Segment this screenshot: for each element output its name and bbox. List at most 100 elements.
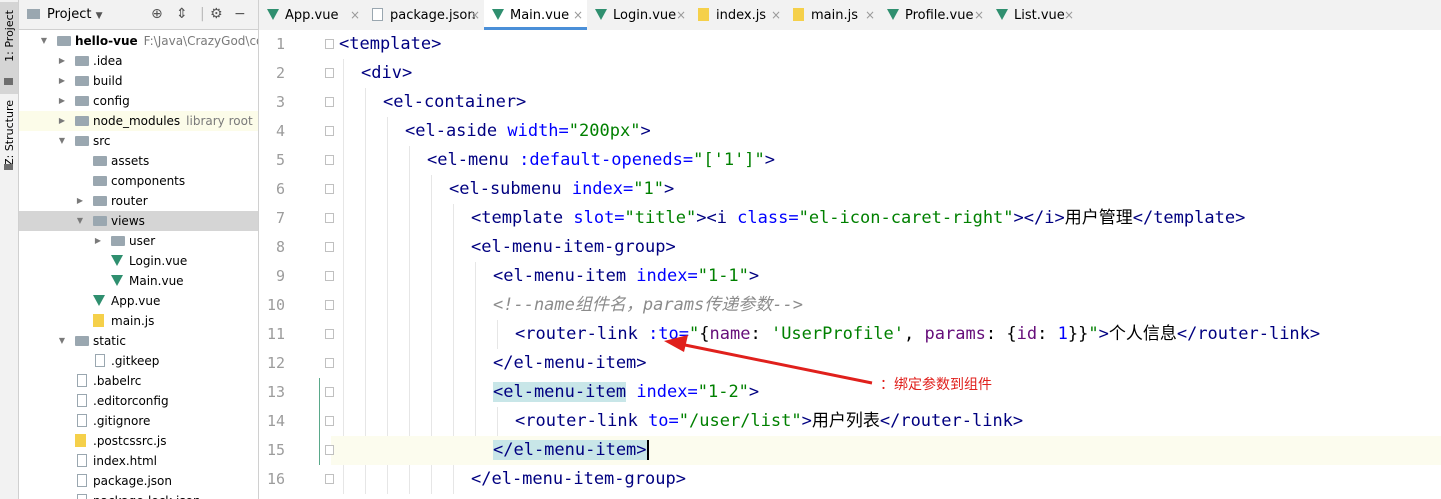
editor-tab[interactable]: Profile.vue × [879, 0, 988, 30]
collapsed-arrow-icon[interactable]: ▶ [57, 71, 67, 91]
editor-tab[interactable]: package.json × [364, 0, 484, 30]
fold-marker-icon[interactable] [325, 126, 334, 136]
js-file-icon [93, 314, 104, 327]
code-token: > [640, 121, 651, 141]
tree-item[interactable]: ▶ node_modules library root [19, 111, 258, 131]
expanded-arrow-icon[interactable]: ▼ [57, 331, 67, 351]
code-line[interactable]: <el-menu-item-group> [259, 233, 1441, 262]
code-line[interactable]: <!--name组件名，params传递参数--> [259, 291, 1441, 320]
code-text: <el-menu :default-openeds="['1']"> [427, 146, 775, 175]
tree-item[interactable]: package.json [19, 471, 258, 491]
code-line[interactable]: <div> [259, 59, 1441, 88]
close-tab-icon[interactable]: × [771, 0, 781, 31]
editor-tab[interactable]: Main.vue × [484, 0, 587, 30]
collapsed-arrow-icon[interactable]: ▶ [57, 91, 67, 111]
hide-icon[interactable]: − [234, 6, 246, 22]
code-token: "1" [633, 179, 664, 199]
tree-item[interactable]: package-lock.json [19, 491, 258, 499]
project-view-selector[interactable]: Project ▼ [47, 7, 103, 22]
editor-tab-label: main.js [811, 8, 858, 23]
tree-item[interactable]: Login.vue [19, 251, 258, 271]
tree-item[interactable]: Main.vue [19, 271, 258, 291]
tree-item[interactable]: .babelrc [19, 371, 258, 391]
fold-marker-icon[interactable] [325, 271, 334, 281]
editor-tab[interactable]: main.js × [785, 0, 879, 30]
fold-marker-icon[interactable] [325, 416, 334, 426]
code-line[interactable]: <router-link :to="{name: 'UserProfile', … [259, 320, 1441, 349]
close-tab-icon[interactable]: × [676, 0, 686, 31]
tree-item[interactable]: App.vue [19, 291, 258, 311]
expanded-arrow-icon[interactable]: ▼ [57, 131, 67, 151]
tree-item[interactable]: .postcssrc.js [19, 431, 258, 451]
fold-marker-icon[interactable] [325, 184, 334, 194]
code-line[interactable]: <el-menu :default-openeds="['1']"> [259, 146, 1441, 175]
expanded-arrow-icon[interactable]: ▼ [75, 211, 85, 231]
tree-item[interactable]: components [19, 171, 258, 191]
tree-item[interactable]: ▼ src [19, 131, 258, 151]
code-line[interactable]: </el-menu-item-group> [259, 465, 1441, 494]
close-tab-icon[interactable]: × [865, 0, 875, 31]
fold-marker-icon[interactable] [325, 68, 334, 78]
close-tab-icon[interactable]: × [470, 0, 480, 31]
code-editor[interactable]: <template> <div> <el-container> <el-aside w… [259, 30, 1441, 499]
code-token: </el-menu-item> [493, 353, 647, 373]
project-tool-tab[interactable]: 1: Project [0, 2, 18, 94]
editor-tab[interactable]: List.vue × [988, 0, 1078, 30]
tree-item[interactable]: ▶ router [19, 191, 258, 211]
editor-tab[interactable]: index.js × [690, 0, 785, 30]
tree-item[interactable]: ▶ .idea [19, 51, 258, 71]
collapsed-arrow-icon[interactable]: ▶ [93, 231, 103, 251]
fold-marker-icon[interactable] [325, 97, 334, 107]
project-title: Project [47, 7, 92, 22]
file-icon [77, 414, 87, 427]
code-line[interactable]: <el-aside width="200px"> [259, 117, 1441, 146]
collapsed-arrow-icon[interactable]: ▶ [75, 191, 85, 211]
collapse-icon[interactable]: ⇕ [176, 6, 188, 22]
editor-tab[interactable]: Login.vue × [587, 0, 690, 30]
fold-marker-icon[interactable] [325, 213, 334, 223]
tree-item[interactable]: .editorconfig [19, 391, 258, 411]
code-line[interactable]: </el-menu-item> [259, 436, 1441, 465]
fold-marker-icon[interactable] [325, 300, 334, 310]
structure-tool-tab[interactable]: Z: Structure [0, 96, 18, 176]
gear-icon[interactable]: ⚙ [210, 6, 223, 22]
code-line[interactable]: <template slot="title"><i class="el-icon… [259, 204, 1441, 233]
fold-marker-icon[interactable] [325, 39, 334, 49]
code-line[interactable]: <el-submenu index="1"> [259, 175, 1441, 204]
fold-marker-icon[interactable] [325, 474, 334, 484]
code-text: <div> [361, 59, 412, 88]
code-line[interactable]: <router-link to="/user/list">用户列表</route… [259, 407, 1441, 436]
close-tab-icon[interactable]: × [350, 0, 360, 31]
code-line[interactable]: <el-menu-item index="1-2"> [259, 378, 1441, 407]
tree-item[interactable]: ▼ hello-vue F:\Java\CrazyGod\code\ [19, 31, 258, 51]
vue-file-icon [111, 275, 123, 286]
tree-item[interactable]: .gitignore [19, 411, 258, 431]
tree-item[interactable]: index.html [19, 451, 258, 471]
collapsed-arrow-icon[interactable]: ▶ [57, 51, 67, 71]
target-icon[interactable]: ⊕ [151, 6, 163, 22]
fold-marker-icon[interactable] [325, 155, 334, 165]
tree-item[interactable]: ▶ user [19, 231, 258, 251]
fold-marker-icon[interactable] [325, 242, 334, 252]
tree-item[interactable]: main.js [19, 311, 258, 331]
expanded-arrow-icon[interactable]: ▼ [39, 31, 49, 51]
code-line[interactable]: <el-container> [259, 88, 1441, 117]
fold-marker-icon[interactable] [325, 329, 334, 339]
fold-marker-icon[interactable] [325, 445, 334, 455]
code-line[interactable]: <template> [259, 30, 1441, 59]
fold-marker-icon[interactable] [325, 358, 334, 368]
tree-item[interactable]: ▶ config [19, 91, 258, 111]
tree-item[interactable]: ▶ build [19, 71, 258, 91]
tree-item[interactable]: ▼ static [19, 331, 258, 351]
close-tab-icon[interactable]: × [974, 0, 984, 31]
collapsed-arrow-icon[interactable]: ▶ [57, 111, 67, 131]
editor-tab[interactable]: App.vue × [259, 0, 364, 30]
code-line[interactable]: </el-menu-item> [259, 349, 1441, 378]
fold-marker-icon[interactable] [325, 387, 334, 397]
tree-item[interactable]: assets [19, 151, 258, 171]
code-line[interactable]: <el-menu-item index="1-1"> [259, 262, 1441, 291]
close-tab-icon[interactable]: × [573, 0, 583, 31]
close-tab-icon[interactable]: × [1064, 0, 1074, 31]
tree-item[interactable]: .gitkeep [19, 351, 258, 371]
tree-item[interactable]: ▼ views [19, 211, 258, 231]
